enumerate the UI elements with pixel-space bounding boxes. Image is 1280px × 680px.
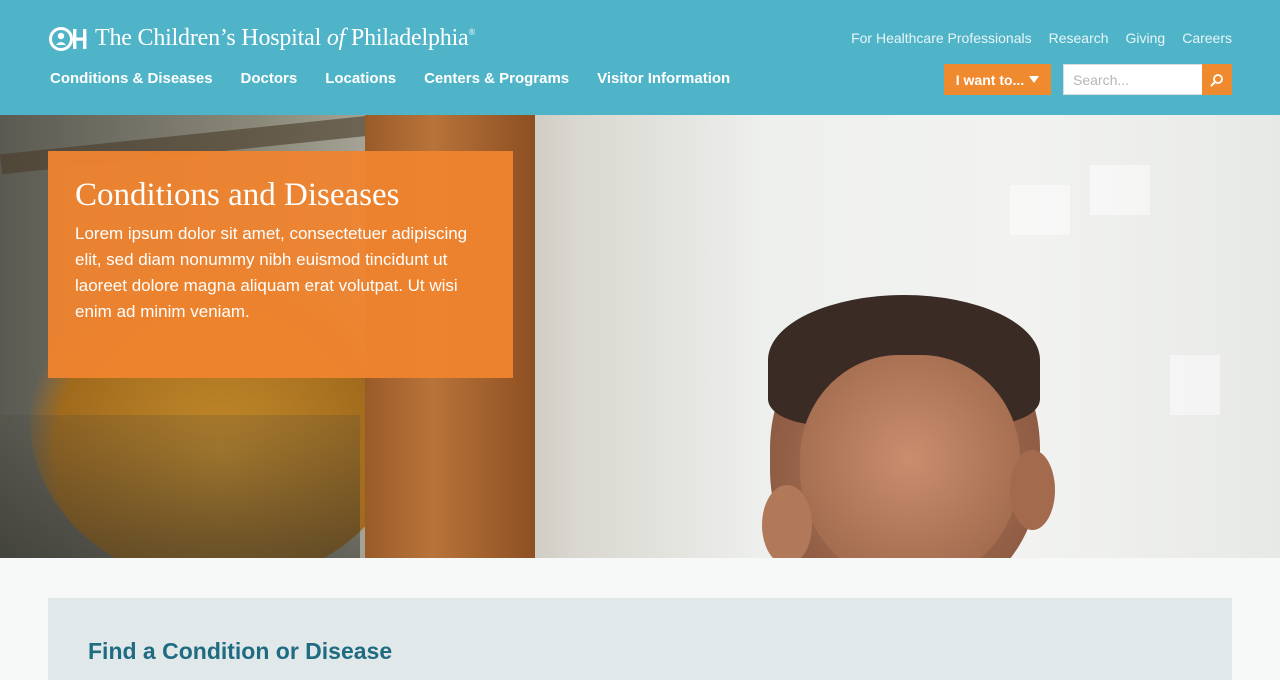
i-want-to-dropdown[interactable]: I want to... bbox=[944, 64, 1051, 95]
nav-item-visitor-information[interactable]: Visitor Information bbox=[597, 70, 730, 87]
search-icon bbox=[1210, 73, 1223, 86]
utility-link-giving[interactable]: Giving bbox=[1126, 30, 1166, 46]
caret-down-icon bbox=[1029, 76, 1040, 83]
main-nav: Conditions & Diseases Doctors Locations … bbox=[50, 70, 730, 87]
nav-item-doctors[interactable]: Doctors bbox=[241, 70, 298, 87]
hero-photo-window bbox=[1170, 355, 1220, 415]
condition-finder-panel: Find a Condition or Disease bbox=[48, 598, 1232, 680]
page-title: Conditions and Diseases bbox=[75, 177, 400, 213]
search-form bbox=[1063, 64, 1232, 95]
nav-item-conditions-diseases[interactable]: Conditions & Diseases bbox=[50, 70, 213, 87]
hero-photo-child-ear bbox=[1010, 450, 1055, 530]
hero-callout: Conditions and Diseases Lorem ipsum dolo… bbox=[48, 151, 513, 378]
utility-link-research[interactable]: Research bbox=[1049, 30, 1109, 46]
logo-wordmark: The Children’s Hospital of Philadelphia® bbox=[95, 25, 476, 51]
hero-photo-shadow bbox=[0, 415, 360, 558]
hero-photo-child-face bbox=[800, 355, 1020, 558]
nav-item-centers-programs[interactable]: Centers & Programs bbox=[424, 70, 569, 87]
hero-photo-window bbox=[1010, 185, 1070, 235]
nav-item-locations[interactable]: Locations bbox=[325, 70, 396, 87]
search-button[interactable] bbox=[1202, 64, 1232, 95]
hero-description: Lorem ipsum dolor sit amet, consectetuer… bbox=[75, 224, 468, 321]
site-header: The Children’s Hospital of Philadelphia®… bbox=[0, 0, 1280, 115]
condition-finder-title: Find a Condition or Disease bbox=[88, 638, 393, 664]
utility-nav: For Healthcare Professionals Research Gi… bbox=[851, 30, 1232, 46]
search-input[interactable] bbox=[1063, 64, 1202, 95]
i-want-to-label: I want to... bbox=[955, 71, 1025, 88]
utility-link-careers[interactable]: Careers bbox=[1182, 30, 1232, 46]
site-logo[interactable]: The Children’s Hospital of Philadelphia® bbox=[49, 25, 475, 52]
chop-logo-icon bbox=[49, 26, 87, 51]
hero-photo-window bbox=[1090, 165, 1150, 215]
utility-link-healthcare-professionals[interactable]: For Healthcare Professionals bbox=[851, 30, 1032, 46]
hero-photo-child-ear bbox=[762, 485, 812, 558]
